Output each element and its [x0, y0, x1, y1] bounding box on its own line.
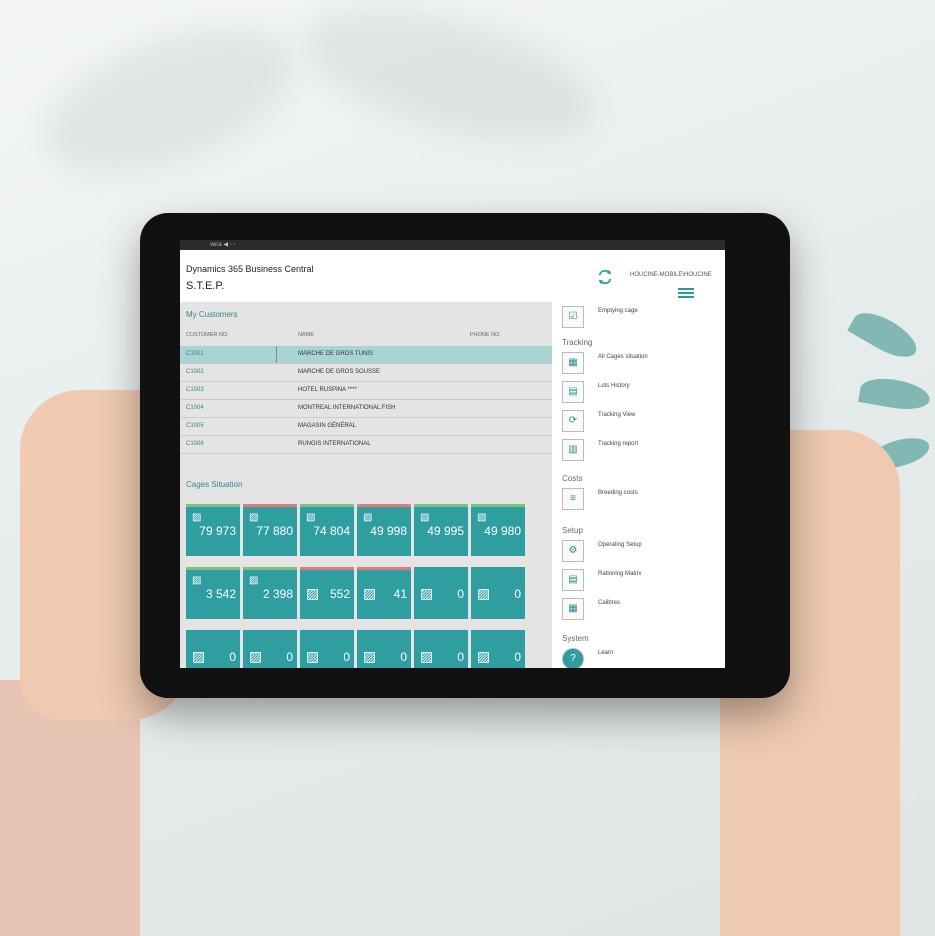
leaf-shadow: [27, 0, 313, 201]
chart-icon: ▧: [192, 512, 202, 523]
cage-tile[interactable]: ▨ 0: [471, 567, 525, 619]
sync-icon[interactable]: [596, 268, 614, 286]
tracking-icon: ⟳: [562, 410, 584, 432]
cage-tile[interactable]: ▨ 0: [414, 567, 468, 619]
action-operating-setup[interactable]: ⚙ Operating Setup: [562, 540, 722, 564]
user-label[interactable]: HOUCINE-MOBILE\HOUCINE: [630, 272, 712, 278]
table-row[interactable]: C1002 MARCHE DE GROS SOUSSE: [180, 364, 552, 382]
table-row[interactable]: C1001 MARCHE DE GROS TUNIS: [180, 346, 552, 364]
cage-tile[interactable]: ▧ 79 973: [186, 504, 240, 556]
cage-tile[interactable]: ▧ 3 542: [186, 567, 240, 619]
history-icon: ▤: [562, 381, 584, 403]
app-title: Dynamics 365 Business Central: [186, 264, 314, 274]
group-system: System: [562, 634, 589, 643]
col-phone[interactable]: PHONE NO.: [470, 332, 501, 338]
customer-name: RUNGIS INTERNATIONAL: [298, 441, 371, 447]
cage-tile[interactable]: ▨ 0: [414, 630, 468, 668]
cage-tile[interactable]: ▧ 49 995: [414, 504, 468, 556]
group-costs: Costs: [562, 474, 583, 483]
cage-tile[interactable]: ▨ 41: [357, 567, 411, 619]
action-lots-history[interactable]: ▤ Lots History: [562, 381, 722, 405]
customer-no[interactable]: C1003: [186, 387, 204, 393]
cage-tile[interactable]: ▧ 74 804: [300, 504, 354, 556]
clipboard-icon: ☑: [562, 306, 584, 328]
cage-tile[interactable]: ▨ 0: [300, 630, 354, 668]
plant-leaf: [847, 304, 923, 366]
cage-tile[interactable]: ▨ 0: [186, 630, 240, 668]
group-tracking: Tracking: [562, 338, 593, 347]
customer-no[interactable]: C1006: [186, 441, 204, 447]
cage-tile[interactable]: ▨ 0: [243, 630, 297, 668]
help-icon: ?: [562, 648, 584, 668]
customer-name: MARCHE DE GROS SOUSSE: [298, 369, 381, 375]
table-icon: ▦: [562, 598, 584, 620]
chart-icon: ▧: [420, 512, 430, 523]
action-tracking-view[interactable]: ⟳ Tracking View: [562, 410, 722, 434]
table-row[interactable]: C1004 MONTREAL INTERNATIONAL FISH: [180, 400, 552, 418]
menu-icon[interactable]: [678, 286, 694, 300]
customer-name: MONTREAL INTERNATIONAL FISH: [298, 405, 396, 411]
customer-no[interactable]: C1002: [186, 369, 204, 375]
sidebar: ☑ Emptying cage Tracking ▦ All Cages situa…: [552, 302, 725, 668]
plant-leaf: [858, 374, 932, 414]
customer-no[interactable]: C1005: [186, 423, 204, 429]
cage-tile[interactable]: ▧ 2 398: [243, 567, 297, 619]
action-calibres[interactable]: ▦ Calibres: [562, 598, 722, 622]
chart-icon: ▧: [477, 512, 487, 523]
chart-icon: ▧: [249, 512, 259, 523]
status-bar: vera ◀ ◦ ◦: [180, 240, 725, 250]
action-breeding-costs[interactable]: ≡ Breeding costs: [562, 488, 722, 512]
customer-no[interactable]: C1004: [186, 405, 204, 411]
chart-icon: ▧: [192, 575, 202, 586]
app-bar: Dynamics 365 Business Central S.T.E.P. H…: [180, 250, 725, 302]
table-row[interactable]: C1003 HOTEL RUSPINA ****: [180, 382, 552, 400]
cages-title[interactable]: Cages Situation: [186, 480, 242, 489]
company-name[interactable]: S.T.E.P.: [186, 280, 224, 292]
main-area: My Customers CUSTOMER NO. NAME PHONE NO.…: [180, 302, 552, 668]
table-row[interactable]: C1005 MAGASIN GÉNÉRAL: [180, 418, 552, 436]
cage-tile[interactable]: ▨ 0: [357, 630, 411, 668]
chart-icon: ▧: [306, 512, 316, 523]
customer-name: MAGASIN GÉNÉRAL: [298, 423, 357, 429]
cage-tile[interactable]: ▧ 49 998: [357, 504, 411, 556]
col-customer-no[interactable]: CUSTOMER NO.: [186, 332, 229, 338]
leaf-shadow: [290, 0, 610, 167]
cage-tile[interactable]: ▨ 552: [300, 567, 354, 619]
document-icon: ≡: [562, 488, 584, 510]
action-rationing-matrix[interactable]: ▤ Rationing Matrix: [562, 569, 722, 593]
grid-icon: ▦: [562, 352, 584, 374]
chart-icon: ▧: [249, 575, 259, 586]
row-menu[interactable]: [276, 346, 277, 363]
action-learn[interactable]: ? Learn: [562, 648, 722, 668]
customers-title[interactable]: My Customers: [186, 310, 238, 319]
customer-no[interactable]: C1001: [186, 351, 204, 357]
customer-name: HOTEL RUSPINA ****: [298, 387, 357, 393]
action-emptying-cage[interactable]: ☑ Emptying cage: [562, 306, 722, 330]
report-icon: ▥: [562, 439, 584, 461]
cage-tile[interactable]: ▨ 0: [471, 630, 525, 668]
group-setup: Setup: [562, 526, 583, 535]
action-tracking-report[interactable]: ▥ Tracking report: [562, 439, 722, 463]
col-name[interactable]: NAME: [298, 332, 314, 338]
screen: vera ◀ ◦ ◦ Dynamics 365 Business Central…: [180, 240, 725, 668]
action-all-cages[interactable]: ▦ All Cages situation: [562, 352, 722, 376]
cage-tile[interactable]: ▧ 77 880: [243, 504, 297, 556]
matrix-icon: ▤: [562, 569, 584, 591]
chart-icon: ▧: [363, 512, 373, 523]
cage-tile[interactable]: ▧ 49 980: [471, 504, 525, 556]
gear-icon: ⚙: [562, 540, 584, 562]
table-row[interactable]: C1006 RUNGIS INTERNATIONAL: [180, 436, 552, 454]
customer-name: MARCHE DE GROS TUNIS: [298, 351, 373, 357]
